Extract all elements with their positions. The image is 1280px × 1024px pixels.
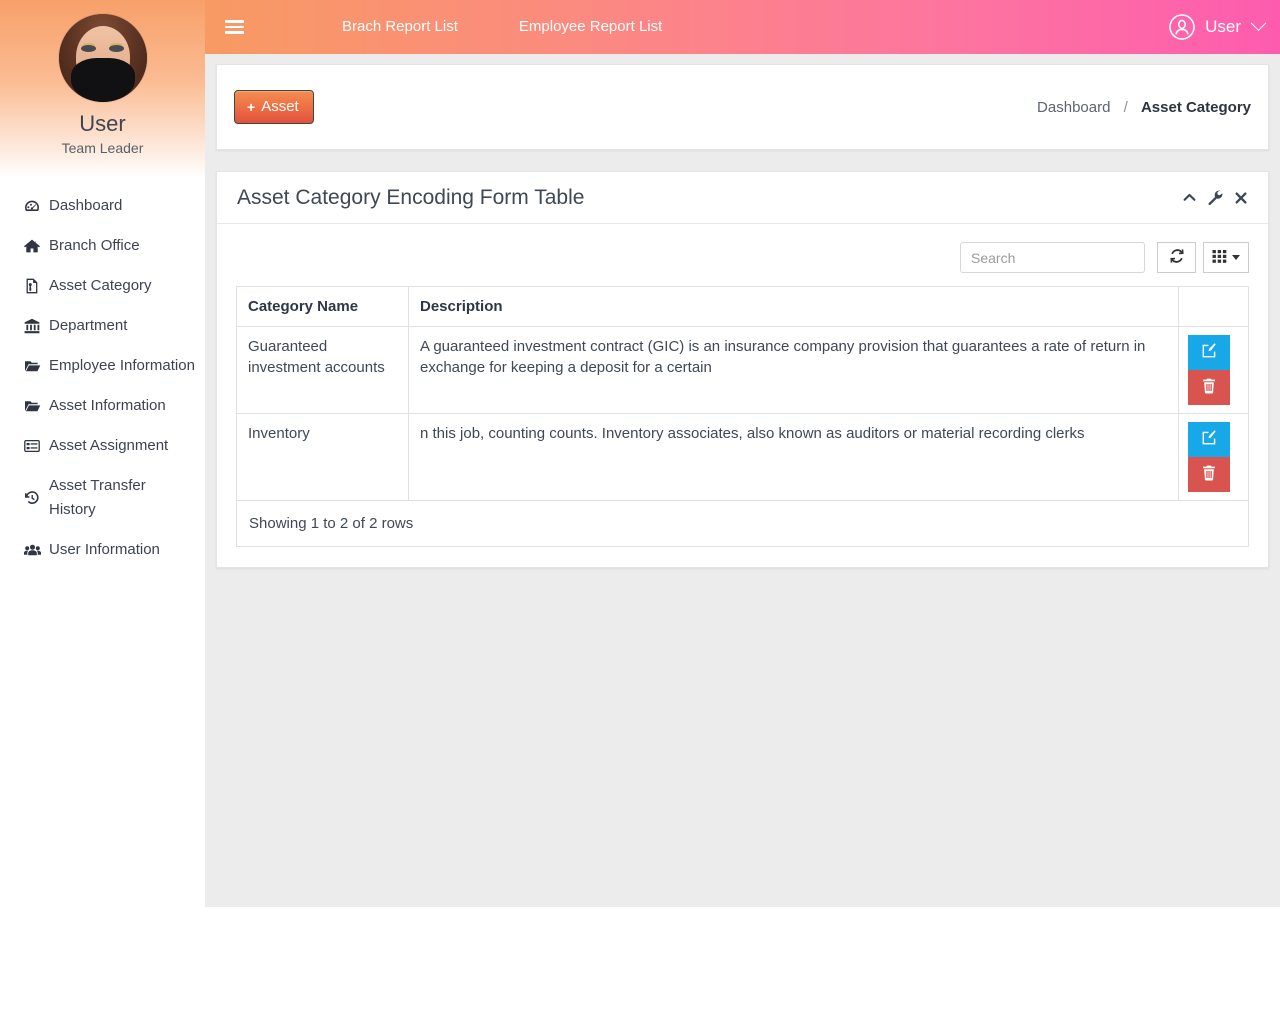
grid-icon (1212, 249, 1227, 267)
panel-body: Category Name Description Guaranteed inv… (217, 224, 1268, 567)
list-alt-icon (22, 438, 42, 454)
refresh-icon (1169, 248, 1185, 267)
table-row: Inventory n this job, counting counts. I… (237, 414, 1249, 501)
add-asset-button[interactable]: + Asset (234, 90, 314, 124)
columns-dropdown-button[interactable] (1203, 242, 1249, 273)
delete-button[interactable] (1188, 457, 1230, 492)
profile-role: Team Leader (0, 140, 205, 156)
page-title: Asset Category Encoding Form Table (237, 186, 584, 210)
cell-actions (1179, 414, 1249, 501)
sidebar-item-label: Department (49, 314, 127, 338)
sidebar-item-branch-office[interactable]: Branch Office (0, 226, 205, 266)
table-row: Guaranteed investment accounts A guarant… (237, 327, 1249, 414)
table-body: Guaranteed investment accounts A guarant… (237, 327, 1249, 501)
caret-down-icon (1232, 255, 1240, 260)
asset-category-panel: Asset Category Encoding Form Table (216, 171, 1269, 568)
cell-description: A guaranteed investment contract (GIC) i… (409, 327, 1179, 414)
table-toolbar (236, 242, 1249, 273)
dashboard-icon (22, 198, 42, 214)
sidebar-item-label: Asset Category (49, 274, 152, 298)
user-circle-icon (1168, 13, 1196, 41)
sidebar-nav: Dashboard Branch Office Asset Category D… (0, 186, 205, 570)
table-header-row: Category Name Description (237, 287, 1249, 327)
chevron-up-icon[interactable] (1182, 190, 1197, 205)
edit-icon (1201, 430, 1217, 449)
sidebar-item-employee-information[interactable]: Employee Information (0, 346, 205, 386)
panel-tools (1182, 190, 1248, 205)
sidebar: User Team Leader Dashboard Branch Office… (0, 0, 205, 1024)
table-footer-status: Showing 1 to 2 of 2 rows (236, 501, 1249, 547)
folder-open-icon (22, 358, 42, 374)
hamburger-icon[interactable] (205, 0, 263, 54)
home-icon (22, 238, 42, 254)
sidebar-item-label: Asset Assignment (49, 434, 168, 458)
panel-bottom-padding (236, 547, 1249, 567)
panel-header: Asset Category Encoding Form Table (217, 172, 1268, 224)
close-icon[interactable] (1234, 191, 1248, 205)
breadcrumb-separator: / (1124, 99, 1128, 116)
trash-icon (1202, 378, 1216, 397)
table-toolbar-buttons (1157, 242, 1249, 273)
user-menu-label: User (1205, 17, 1241, 37)
sidebar-item-label: Asset Information (49, 394, 166, 418)
topnav-link-employee-report-list[interactable]: Employee Report List (505, 0, 676, 54)
users-icon (22, 542, 42, 558)
avatar-face-mask (71, 58, 135, 102)
cell-description: n this job, counting counts. Inventory a… (409, 414, 1179, 501)
history-icon (22, 490, 42, 506)
sidebar-item-department[interactable]: Department (0, 306, 205, 346)
cell-actions (1179, 327, 1249, 414)
sidebar-item-dashboard[interactable]: Dashboard (0, 186, 205, 226)
wrench-icon[interactable] (1208, 190, 1223, 205)
breadcrumb-dashboard[interactable]: Dashboard (1037, 99, 1110, 116)
profile-name: User (0, 112, 205, 136)
sidebar-item-label: Branch Office (49, 234, 140, 258)
topnav-link-branch-report-list[interactable]: Brach Report List (328, 0, 472, 54)
sidebar-item-asset-category[interactable]: Asset Category (0, 266, 205, 306)
breadcrumb-current: Asset Category (1141, 99, 1251, 116)
sidebar-item-user-information[interactable]: User Information (0, 530, 205, 570)
sidebar-item-asset-transfer-history[interactable]: Asset Transfer History (0, 466, 205, 530)
edit-button[interactable] (1188, 335, 1230, 370)
avatar-eye-left (81, 45, 96, 52)
sidebar-item-label: User Information (49, 538, 160, 562)
add-asset-button-label: Asset (261, 98, 299, 115)
sidebar-profile: User Team Leader (0, 0, 205, 156)
sidebar-item-label: Asset Transfer History (49, 474, 195, 522)
delete-button[interactable] (1188, 370, 1230, 405)
avatar (59, 14, 147, 102)
sidebar-item-label: Employee Information (49, 354, 195, 378)
chevron-down-icon (1251, 15, 1267, 31)
cell-category-name: Inventory (237, 414, 409, 501)
file-tag-icon (22, 278, 42, 294)
sidebar-item-label: Dashboard (49, 194, 122, 218)
bank-icon (22, 318, 42, 334)
column-header-category-name[interactable]: Category Name (237, 287, 409, 327)
avatar-eye-right (109, 45, 124, 52)
edit-icon (1201, 343, 1217, 362)
user-menu[interactable]: User (1168, 13, 1264, 41)
column-header-actions (1179, 287, 1249, 327)
column-header-description[interactable]: Description (409, 287, 1179, 327)
page-action-card: + Asset Dashboard / Asset Category (216, 64, 1269, 150)
sidebar-item-asset-information[interactable]: Asset Information (0, 386, 205, 426)
cell-category-name: Guaranteed investment accounts (237, 327, 409, 414)
edit-button[interactable] (1188, 422, 1230, 457)
asset-category-table: Category Name Description Guaranteed inv… (236, 286, 1249, 501)
search-input[interactable] (960, 242, 1145, 273)
top-navbar: Brach Report List Employee Report List U… (205, 0, 1280, 54)
refresh-button[interactable] (1157, 242, 1196, 273)
breadcrumb: Dashboard / Asset Category (1037, 99, 1251, 116)
plus-icon: + (247, 99, 255, 115)
content-area: + Asset Dashboard / Asset Category Asset… (205, 54, 1280, 907)
trash-icon (1202, 465, 1216, 484)
table-head: Category Name Description (237, 287, 1249, 327)
sidebar-item-asset-assignment[interactable]: Asset Assignment (0, 426, 205, 466)
folder-open-icon (22, 398, 42, 414)
